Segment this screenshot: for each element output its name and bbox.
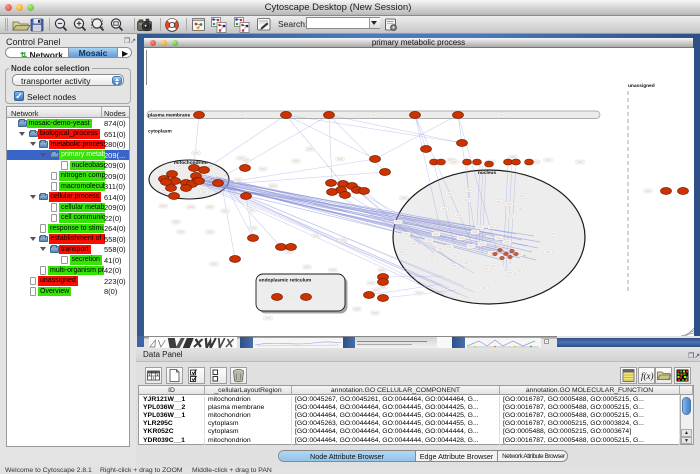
svg-text:plasma membrane: plasma membrane bbox=[148, 113, 190, 119]
svg-text:unassigned: unassigned bbox=[628, 83, 655, 89]
svg-text:f(x): f(x) bbox=[641, 371, 654, 381]
svg-text:endoplasmic reticulum: endoplasmic reticulum bbox=[259, 278, 311, 284]
svg-text:nucleus: nucleus bbox=[478, 170, 496, 176]
svg-text:cytoplasm: cytoplasm bbox=[148, 129, 172, 135]
